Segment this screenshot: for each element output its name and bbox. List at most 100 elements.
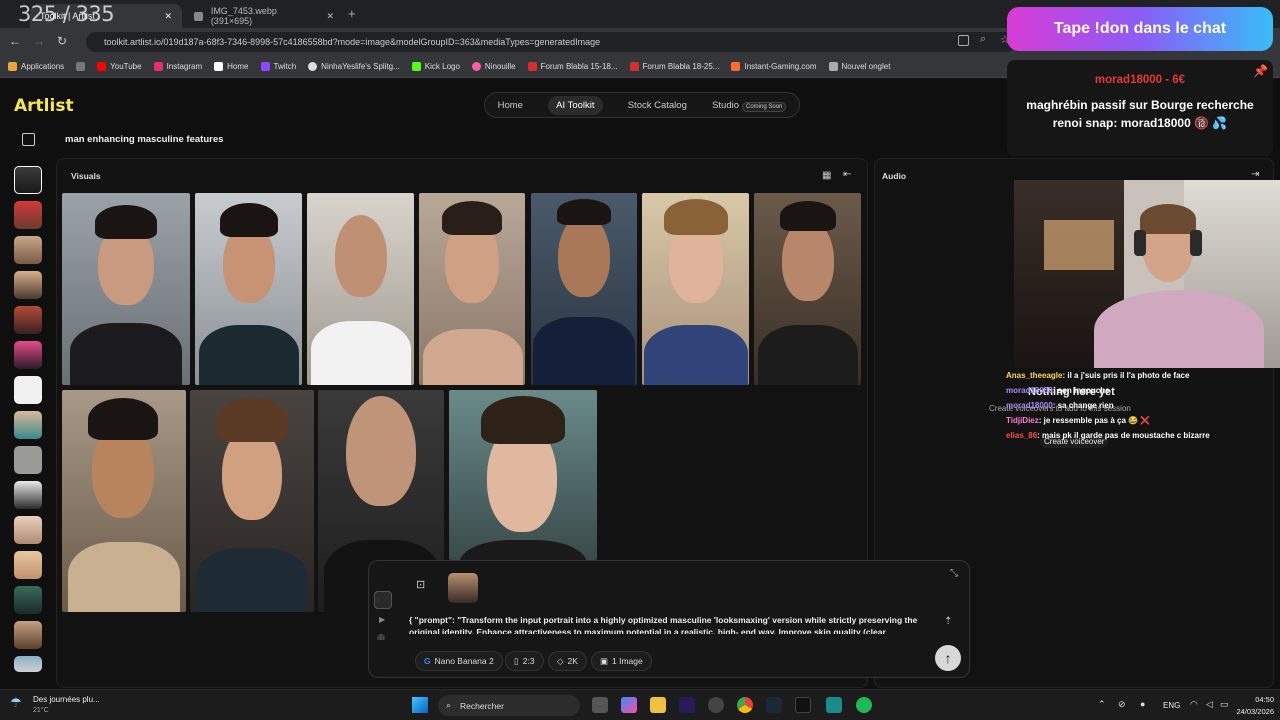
url-field[interactable]: toolkit.artlist.io/019d187a-68f3-7346-89…	[86, 32, 1016, 52]
chat-user: morad18000	[1006, 401, 1053, 410]
bookmark-x-home[interactable]: Home	[214, 62, 249, 71]
generated-image[interactable]	[307, 193, 414, 385]
generated-image[interactable]	[754, 193, 861, 385]
taskbar	[0, 689, 1280, 720]
session-thumbnail[interactable]	[14, 376, 42, 404]
generated-image[interactable]	[62, 193, 190, 385]
expand-panel-icon[interactable]: ⇥	[1251, 169, 1259, 180]
resolution-selector[interactable]: ◇ 2K	[548, 651, 587, 671]
session-thumbnail[interactable]	[14, 446, 42, 474]
wifi-icon[interactable]: ◠	[1190, 699, 1198, 710]
session-thumbnail[interactable]	[14, 306, 42, 334]
tiktok-icon[interactable]	[795, 697, 811, 713]
chat-user: TidjiDiez	[1006, 416, 1039, 425]
file-explorer-icon[interactable]	[650, 697, 666, 713]
volume-icon[interactable]: ◁	[1206, 699, 1213, 710]
generated-image[interactable]	[531, 193, 637, 385]
reload-icon[interactable]: ↻	[57, 34, 67, 48]
session-thumbnail[interactable]	[14, 656, 42, 672]
generated-image[interactable]	[419, 193, 525, 385]
session-thumbnail[interactable]	[14, 621, 42, 649]
close-icon[interactable]: ✕	[326, 11, 334, 22]
taskbar-search[interactable]: Rechercher	[438, 695, 580, 716]
bookmark-grid[interactable]	[76, 62, 86, 71]
session-thumbnail[interactable]	[14, 271, 42, 299]
zoom-icon[interactable]: ⌕	[980, 33, 986, 46]
overlay-counter: 325 / 335	[18, 2, 115, 26]
bookmark-instant-gaming[interactable]: Instant-Gaming.com	[731, 62, 817, 71]
clock-time[interactable]: 04:50	[1234, 695, 1274, 704]
reference-thumbnail[interactable]	[448, 573, 478, 603]
weather-text[interactable]: Des journées plu...	[33, 695, 100, 704]
session-thumbnail[interactable]	[14, 551, 42, 579]
translate-icon[interactable]	[958, 35, 969, 46]
weather-icon[interactable]: ☂	[10, 695, 22, 711]
nav-ai-toolkit[interactable]: AI Toolkit	[548, 95, 603, 115]
session-thumbnail[interactable]	[14, 411, 42, 439]
collapse-composer-icon[interactable]: ⤡	[950, 568, 958, 579]
nav-home[interactable]: Home	[498, 100, 523, 111]
bookmark-twitch[interactable]: Twitch	[260, 62, 297, 71]
coming-soon-badge: Coming Soon	[742, 101, 787, 112]
chat-message: morad18000: son ingouche	[1006, 386, 1110, 395]
image-mode-icon[interactable]	[374, 591, 392, 609]
bookmark-youtube[interactable]: YouTube	[97, 62, 142, 71]
new-tab-icon[interactable]: +	[348, 6, 356, 21]
back-icon[interactable]: ←	[9, 34, 21, 48]
steam-icon[interactable]	[766, 697, 782, 713]
add-reference-icon[interactable]: ⊡	[416, 578, 434, 596]
steam-vr-icon[interactable]	[708, 697, 724, 713]
collapse-panel-icon[interactable]: ⇤	[843, 169, 851, 180]
bookmark-label: Twitch	[273, 62, 297, 71]
bookmark-ninouille[interactable]: Ninouille	[471, 62, 516, 71]
generated-image[interactable]	[642, 193, 749, 385]
generated-image[interactable]	[449, 390, 597, 560]
premiere-icon[interactable]	[679, 697, 695, 713]
new-session-icon[interactable]	[22, 133, 35, 146]
bookmark-new-tab[interactable]: Nouvel onglet	[828, 62, 890, 71]
network-off-icon[interactable]: ⊘	[1118, 699, 1126, 710]
bookmark-forum-15-18[interactable]: Forum Blabla 15-18...	[527, 62, 618, 71]
model-selector[interactable]: G Nano Banana 2	[415, 651, 503, 671]
bookmark-applications[interactable]: Applications	[8, 62, 64, 71]
tab-image[interactable]: IMG_7453.webp (391×695) ✕	[184, 4, 344, 28]
generate-button[interactable]: ↑	[935, 645, 961, 671]
ratio-selector[interactable]: ▯ 2:3	[505, 651, 544, 671]
copilot-icon[interactable]	[621, 697, 637, 713]
session-thumbnail[interactable]	[14, 341, 42, 369]
nav-stock-catalog[interactable]: Stock Catalog	[628, 100, 687, 111]
generated-image[interactable]	[190, 390, 314, 612]
generated-image[interactable]	[62, 390, 186, 612]
apps-grid-icon	[8, 62, 17, 71]
session-thumbnail[interactable]	[14, 236, 42, 264]
windows-start-icon[interactable]	[412, 697, 428, 713]
close-icon[interactable]: ✕	[164, 11, 172, 22]
prompt-text[interactable]: { "prompt": "Transform the input portrai…	[409, 614, 921, 634]
streamlabs-icon[interactable]	[826, 697, 842, 713]
video-mode-icon[interactable]: ▶	[379, 615, 385, 624]
bookmark-splitgate[interactable]: NinhaYeslife's Splitg...	[308, 62, 400, 71]
spotify-icon[interactable]	[856, 697, 872, 713]
bookmark-forum-18-25[interactable]: Forum Blabla 18-25...	[629, 62, 719, 71]
enhance-prompt-icon[interactable]: ⇡	[944, 616, 952, 627]
task-view-icon[interactable]	[592, 697, 608, 713]
chrome-icon[interactable]	[737, 697, 753, 713]
audio-mode-icon[interactable]: ıllı	[377, 633, 385, 642]
session-thumbnail[interactable]	[14, 516, 42, 544]
grid-view-icon[interactable]: ▦	[822, 170, 831, 181]
session-thumbnail[interactable]	[14, 586, 42, 614]
bookmark-instagram[interactable]: Instagram	[153, 62, 202, 71]
artlist-logo[interactable]: Artlist	[14, 96, 74, 116]
session-thumbnail[interactable]	[14, 201, 42, 229]
generated-image[interactable]	[195, 193, 302, 385]
microphone-icon[interactable]: ●	[1140, 699, 1145, 709]
count-selector[interactable]: ▣ 1 Image	[591, 651, 652, 671]
language-indicator[interactable]: ENG	[1163, 701, 1180, 710]
bookmark-kick[interactable]: Kick Logo	[411, 62, 460, 71]
forward-icon[interactable]: →	[33, 34, 45, 48]
session-thumbnail[interactable]	[14, 166, 42, 194]
session-thumbnail[interactable]	[14, 481, 42, 509]
tray-chevron-icon[interactable]: ⌃	[1098, 699, 1106, 710]
images-icon: ▣	[600, 655, 609, 666]
nav-studio[interactable]: Studio Coming Soon	[712, 100, 787, 112]
